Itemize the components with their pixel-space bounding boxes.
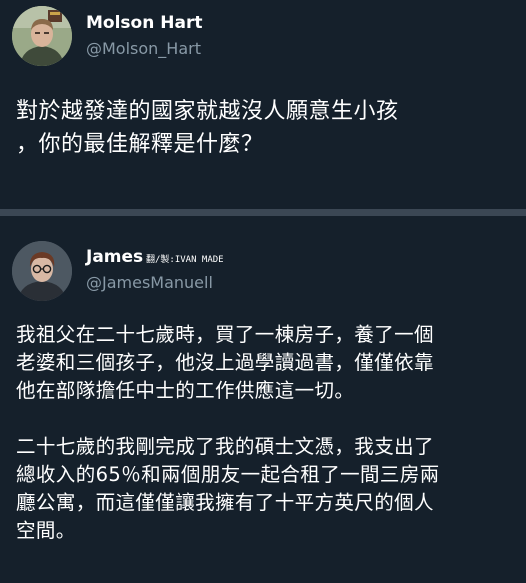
tweet-text-line: 他在部隊擔任中士的工作供應這一切。 bbox=[16, 379, 355, 402]
tweet-text-line: 廳公寓，而這僅僅讓我擁有了十平方英尺的個人 bbox=[16, 491, 434, 514]
divider bbox=[0, 209, 526, 216]
avatar[interactable] bbox=[12, 6, 72, 66]
user-handle[interactable]: @JamesManuell bbox=[86, 273, 213, 292]
tweet-text-line: 總收入的65％和兩個朋友一起合租了一間三房兩 bbox=[16, 463, 440, 486]
tweet-paragraph: 二十七歲的我剛完成了我的碩士文憑，我支出了 總收入的65％和兩個朋友一起合租了一… bbox=[16, 433, 522, 545]
tweet-paragraph: 我祖父在二十七歲時，買了一棟房子，養了一個 老婆和三個孩子，他沒上過學讀過書，僅… bbox=[16, 321, 522, 405]
tweet-text-line: 我祖父在二十七歲時，買了一棟房子，養了一個 bbox=[16, 323, 434, 346]
tweet-molson-hart: Molson Hart @Molson_Hart 對於越發達的國家就越沒人願意生… bbox=[0, 0, 526, 210]
display-name[interactable]: James bbox=[86, 247, 143, 267]
person-avatar-icon bbox=[12, 6, 72, 66]
tweet-text-line: 對於越發達的國家就越沒人願意生小孩 bbox=[16, 99, 399, 124]
tweet-text-line: ，你的最佳解釋是什麼？ bbox=[16, 132, 264, 157]
tweet-text-line: 老婆和三個孩子，他沒上過學讀過書，僅僅依靠 bbox=[16, 351, 434, 374]
tweet-text-line: 二十七歲的我剛完成了我的碩士文憑，我支出了 bbox=[16, 435, 434, 458]
tweet-text: 對於越發達的國家就越沒人願意生小孩 ，你的最佳解釋是什麼？ bbox=[16, 95, 516, 161]
tweet-text-line: 空間。 bbox=[16, 519, 76, 542]
user-handle[interactable]: @Molson_Hart bbox=[86, 39, 201, 58]
tweet-james: James 翻/製:IVAN MADE @JamesManuell 我祖父在二十… bbox=[0, 216, 526, 583]
avatar[interactable] bbox=[12, 241, 72, 301]
person-avatar-icon bbox=[12, 241, 72, 301]
translation-credit: 翻/製:IVAN MADE bbox=[146, 255, 224, 265]
tweet-text: 我祖父在二十七歲時，買了一棟房子，養了一個 老婆和三個孩子，他沒上過學讀過書，僅… bbox=[16, 321, 522, 545]
tweet-screenshot: Molson Hart @Molson_Hart 對於越發達的國家就越沒人願意生… bbox=[0, 0, 526, 583]
display-name[interactable]: Molson Hart bbox=[86, 13, 202, 33]
